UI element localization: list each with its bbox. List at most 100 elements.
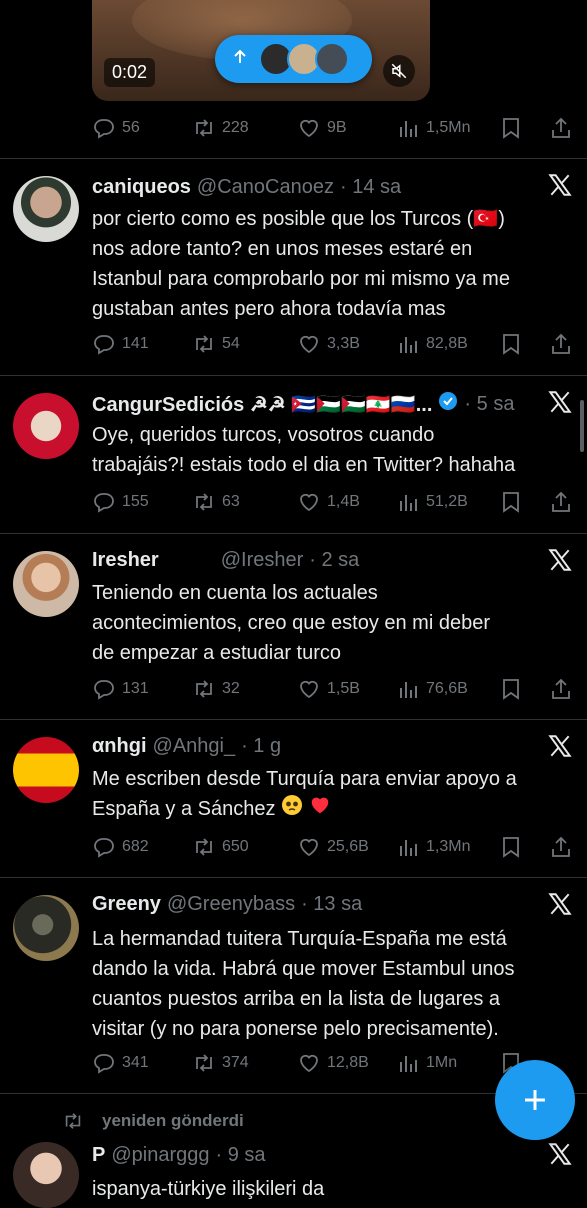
author-handle[interactable]: @Greenybass <box>167 893 295 916</box>
like-button[interactable]: 9B <box>297 116 347 140</box>
timestamp[interactable]: · 1 g <box>241 735 281 758</box>
video-duration: 0:02 <box>104 58 156 87</box>
tweet-actions: 131 32 1,5B 76,6B <box>92 676 572 702</box>
compose-button[interactable] <box>495 1060 575 1140</box>
bookmark-icon <box>503 118 519 139</box>
heart-emoji <box>309 794 331 825</box>
view-count: 1,5Mn <box>426 119 471 136</box>
retweet-button[interactable]: 650 <box>192 835 249 859</box>
text-line: trabajáis?! estais todo el dia en Twitte… <box>92 454 516 476</box>
timestamp[interactable]: · 13 sa <box>301 893 362 916</box>
bookmark-button[interactable] <box>500 332 522 356</box>
reply-icon <box>94 680 114 700</box>
retweet-icon <box>65 1113 81 1129</box>
heart-icon <box>300 119 318 138</box>
bookmark-button[interactable] <box>500 490 522 514</box>
like-button[interactable]: 1,5B <box>297 677 360 701</box>
author-name[interactable]: Greeny <box>92 893 161 916</box>
timestamp[interactable]: · 5 sa <box>464 393 514 416</box>
text-line: acontecimientos, creo que estoy en mi de… <box>92 612 490 634</box>
share-button[interactable] <box>550 332 572 356</box>
like-button[interactable]: 1,4B <box>297 490 360 514</box>
like-count: 12,8B <box>327 1054 369 1071</box>
timestamp[interactable]: · 9 sa <box>216 1144 266 1167</box>
share-button[interactable] <box>550 490 572 514</box>
views-button[interactable]: 76,6B <box>398 678 468 700</box>
author-handle[interactable]: @pinarggg <box>111 1144 209 1167</box>
retweet-button[interactable]: 63 <box>192 490 240 514</box>
like-button[interactable]: 25,6B <box>297 835 369 859</box>
bookmark-button[interactable] <box>500 835 522 859</box>
views-button[interactable]: 51,2B <box>398 491 468 513</box>
author-handle[interactable]: @Anhgi_ <box>153 735 236 758</box>
heart-icon <box>300 493 318 512</box>
retweet-button[interactable]: 32 <box>192 677 240 701</box>
avatar[interactable] <box>13 1142 79 1208</box>
views-button[interactable]: 1,5Mn <box>398 117 470 139</box>
like-button[interactable]: 3,3B <box>297 332 360 356</box>
x-logo-icon <box>547 1141 573 1172</box>
avatar[interactable] <box>13 895 79 961</box>
bookmark-icon <box>503 679 519 700</box>
reply-button[interactable]: 682 <box>92 835 149 859</box>
views-button[interactable]: 82,8B <box>398 333 468 355</box>
new-posts-button[interactable] <box>215 35 372 83</box>
views-button[interactable]: 1,3Mn <box>398 836 470 858</box>
timestamp[interactable]: · 14 sa <box>340 176 401 199</box>
text-line: España y a Sánchez <box>92 794 577 825</box>
text-line: La hermandad tuitera Turquía-España me e… <box>92 928 507 950</box>
view-count: 82,8B <box>426 335 468 352</box>
bookmark-button[interactable] <box>500 677 522 701</box>
x-logo-icon <box>547 891 573 922</box>
avatar[interactable] <box>13 737 79 803</box>
tweet-actions: 682 650 25,6B 1,3Mn <box>92 834 572 860</box>
author-handle[interactable]: @Iresher <box>221 549 304 572</box>
reply-button[interactable]: 131 <box>92 677 149 701</box>
heart-icon <box>300 335 318 354</box>
views-icon <box>400 337 417 353</box>
views-icon <box>400 840 417 856</box>
bookmark-icon <box>503 837 519 858</box>
share-button[interactable] <box>550 116 572 140</box>
mute-icon[interactable] <box>383 55 415 87</box>
avatar[interactable] <box>13 393 79 459</box>
author-name[interactable]: αnhgi <box>92 735 147 758</box>
author-name[interactable]: Iresher <box>92 549 159 572</box>
avatar[interactable] <box>13 176 79 242</box>
author-name[interactable]: caniqueos <box>92 176 191 199</box>
reply-button[interactable]: 155 <box>92 490 149 514</box>
timestamp[interactable]: · 2 sa <box>309 549 359 572</box>
retweet-banner[interactable]: yeniden gönderdi <box>62 1110 244 1132</box>
tweet-text: La hermandad tuitera Turquía-España me e… <box>92 924 577 1044</box>
bookmark-button[interactable] <box>500 116 522 140</box>
like-button[interactable]: 12,8B <box>297 1051 369 1075</box>
reply-button[interactable]: 341 <box>92 1051 149 1075</box>
reply-button[interactable]: 141 <box>92 332 149 356</box>
scrollbar[interactable] <box>580 400 584 452</box>
retweet-count: 32 <box>222 680 240 697</box>
pleading-face-emoji <box>281 794 303 825</box>
author-handle[interactable]: @CanoCanoez <box>197 176 334 199</box>
text-line: cuantos puestos arriba en la lista de lu… <box>92 988 501 1010</box>
retweet-button[interactable]: 374 <box>192 1051 249 1075</box>
verified-icon <box>438 391 458 417</box>
retweet-button[interactable]: 54 <box>192 332 240 356</box>
author-name[interactable]: CangurSediciós ☭☭ 🇨🇺🇵🇸🇵🇸🇱🇧🇷🇺... <box>92 392 432 417</box>
retweet-icon <box>196 1054 212 1072</box>
text-line: Istanbul para comprobarlo por mi mismo y… <box>92 268 510 290</box>
author-name[interactable]: P <box>92 1144 105 1167</box>
share-button[interactable] <box>550 677 572 701</box>
reply-icon <box>94 1054 114 1074</box>
share-button[interactable] <box>550 835 572 859</box>
retweet-button[interactable]: 228 <box>192 116 249 140</box>
avatar[interactable] <box>13 551 79 617</box>
views-button[interactable]: 1Mn <box>398 1052 457 1074</box>
reply-count: 155 <box>122 493 149 510</box>
reply-icon <box>94 493 114 513</box>
views-icon <box>400 121 417 137</box>
reply-button[interactable]: 56 <box>92 116 140 140</box>
like-count: 1,4B <box>327 493 360 510</box>
retweet-icon <box>196 838 212 856</box>
tweet-text: Me escriben desde Turquía para enviar ap… <box>92 764 577 825</box>
heart-icon <box>300 1054 318 1073</box>
